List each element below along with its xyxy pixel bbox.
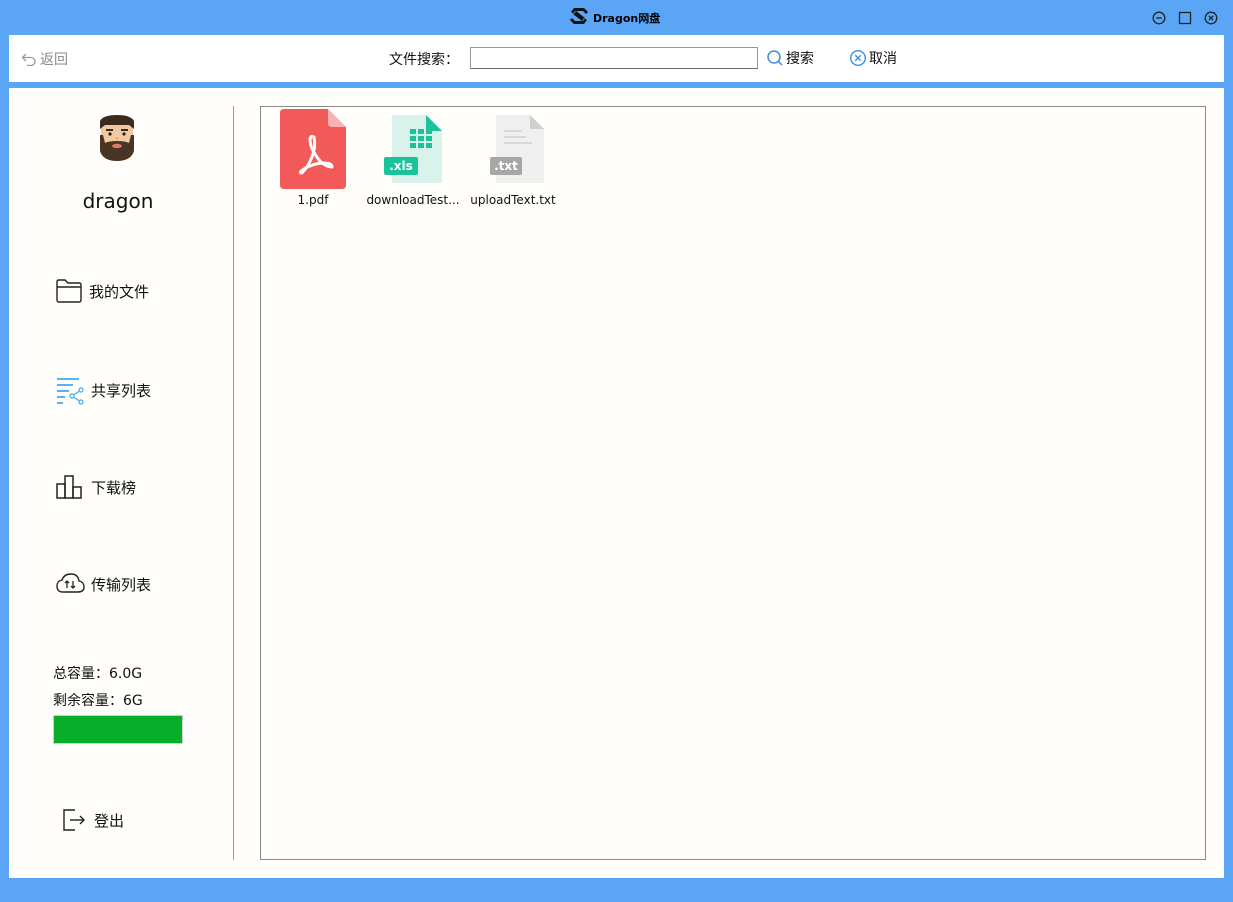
back-label: 返回	[40, 52, 68, 68]
search-icon	[767, 50, 783, 66]
avatar[interactable]	[95, 113, 139, 165]
bar-chart-icon	[56, 475, 82, 499]
app-title: Dragon网盘	[568, 8, 660, 28]
total-capacity: 总容量：6.0G	[53, 666, 143, 682]
cancel-button-label: 取消	[869, 51, 897, 67]
maximize-icon	[1178, 11, 1192, 25]
file-name: 1.pdf	[297, 193, 329, 207]
back-arrow-icon	[21, 53, 36, 66]
sidebar-item-label: 我的文件	[89, 282, 150, 301]
logout-label: 登出	[94, 811, 125, 830]
sidebar-item-label: 共享列表	[91, 381, 152, 400]
file-item-xls[interactable]: .xls downloadTest...	[363, 109, 463, 207]
dragon-logo-icon	[568, 6, 590, 30]
sidebar-item-transfer-list[interactable]: 传输列表	[55, 572, 151, 596]
pdf-file-icon	[280, 109, 346, 189]
cloud-transfer-icon	[56, 573, 85, 593]
bearded-man-avatar-icon	[100, 115, 134, 161]
file-list-area: 1.pdf .xls downloadTest... .txt uploadTe…	[260, 106, 1206, 860]
toolbar: 返回 文件搜索： 搜索 取消	[9, 35, 1224, 82]
main-panel: dragon 我的文件 共享列表 下载榜 传输列表 总容量：6.0G 剩余容量：…	[9, 88, 1224, 878]
maximize-button[interactable]	[1178, 11, 1192, 25]
logout-button[interactable]: 登出	[62, 808, 124, 832]
sidebar-item-my-files[interactable]: 我的文件	[55, 278, 149, 304]
search-button[interactable]: 搜索	[766, 48, 814, 68]
file-name: uploadText.txt	[470, 193, 556, 207]
folder-icon	[56, 279, 82, 303]
logout-icon	[63, 809, 85, 831]
sidebar-divider	[233, 106, 234, 860]
cancel-button[interactable]: 取消	[849, 48, 897, 68]
file-name: downloadTest...	[366, 193, 460, 207]
sidebar-item-download-ranking[interactable]: 下载榜	[55, 474, 136, 500]
file-item-pdf[interactable]: 1.pdf	[263, 109, 363, 207]
username: dragon	[82, 189, 154, 213]
cancel-icon	[849, 49, 867, 67]
xls-badge: .xls	[389, 159, 413, 173]
close-icon	[1204, 11, 1218, 25]
txt-badge: .txt	[494, 159, 518, 173]
sidebar: dragon 我的文件 共享列表 下载榜 传输列表 总容量：6.0G 剩余容量：…	[9, 88, 233, 878]
back-button[interactable]: 返回	[21, 49, 68, 69]
share-list-icon	[57, 378, 84, 405]
capacity-progress-bar	[53, 715, 183, 744]
sidebar-item-share-list[interactable]: 共享列表	[55, 375, 151, 405]
close-button[interactable]	[1204, 11, 1218, 25]
sidebar-item-label: 下载榜	[91, 478, 137, 497]
window-title: Dragon网盘	[593, 12, 661, 25]
search-label: 文件搜索：	[389, 52, 459, 68]
capacity-progress-fill	[54, 716, 182, 743]
xls-file-icon: .xls	[384, 115, 442, 183]
search-button-label: 搜索	[786, 51, 814, 67]
sidebar-item-label: 传输列表	[91, 575, 152, 594]
remaining-capacity: 剩余容量：6G	[53, 693, 143, 709]
minimize-button[interactable]	[1152, 11, 1166, 25]
search-input[interactable]	[470, 47, 758, 69]
minimize-icon	[1152, 11, 1166, 25]
txt-file-icon: .txt	[490, 115, 544, 183]
title-bar: Dragon网盘	[0, 0, 1233, 36]
file-item-txt[interactable]: .txt uploadText.txt	[463, 109, 563, 207]
